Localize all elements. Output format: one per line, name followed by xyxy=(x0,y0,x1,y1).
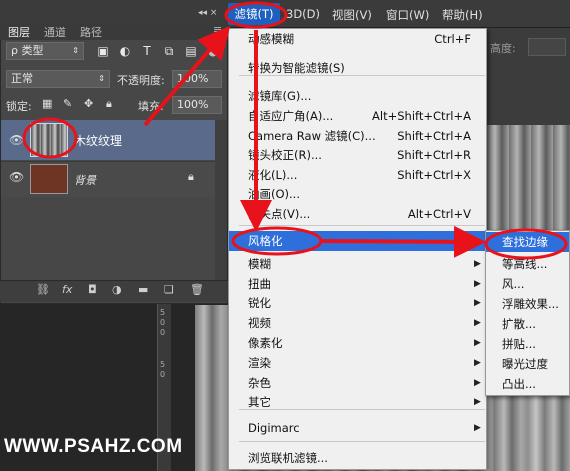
ruler-number: 0 xyxy=(160,318,166,327)
panel-menu-icon[interactable]: ≡ xyxy=(213,23,222,36)
fill-label: 填充: xyxy=(138,100,164,113)
layer-name[interactable]: 背景 xyxy=(74,172,96,188)
menu-shortcut: Alt+Ctrl+V xyxy=(407,207,471,221)
fill-field[interactable]: 100% xyxy=(172,96,222,114)
menu-help[interactable]: 帮助(H) xyxy=(442,7,483,23)
kind-filter-value: ρ 类型 xyxy=(11,44,44,57)
menu-item-pixelate[interactable]: 像素化 xyxy=(248,333,283,353)
menu-item-noise[interactable]: 杂色 xyxy=(248,373,271,393)
ruler-number: 0 xyxy=(160,328,166,337)
submenu-item-find-edges[interactable]: 查找边缘 xyxy=(502,232,548,252)
menu-item-browse-online[interactable]: 浏览联机滤镜... xyxy=(248,448,328,468)
filter-toggle-icon[interactable]: ● xyxy=(206,44,220,58)
blend-mode-select[interactable]: 正常 ⇕ xyxy=(6,70,110,88)
smart-filter-icon[interactable]: ▤ xyxy=(184,44,198,58)
submenu-item-solarize[interactable]: 曝光过度 xyxy=(502,354,548,374)
type-filter-icon[interactable]: T xyxy=(140,44,154,58)
adjustment-icon[interactable]: ◑ xyxy=(112,283,122,296)
fx-icon[interactable]: fx xyxy=(62,283,72,296)
lock-all-icon[interactable]: 🔒︎ xyxy=(106,97,112,111)
menu-item-camera-raw[interactable]: Camera Raw 滤镜(C)... xyxy=(248,126,376,146)
menu-item-video[interactable]: 视频 xyxy=(248,313,271,333)
eye-icon[interactable]: 👁︎ xyxy=(9,133,24,147)
menu-separator xyxy=(239,225,485,226)
opacity-field[interactable]: 100% xyxy=(172,70,222,88)
menu-window[interactable]: 窗口(W) xyxy=(386,7,429,23)
menu-3d[interactable]: 3D(D) xyxy=(286,7,320,21)
trash-icon[interactable]: 🗑︎ xyxy=(190,283,204,296)
submenu-item-emboss[interactable]: 浮雕效果... xyxy=(502,294,559,314)
fill-value: 100% xyxy=(177,98,209,111)
menu-shortcut: Shift+Ctrl+R xyxy=(397,148,471,162)
menu-item-oil-paint[interactable]: 油画(O)... xyxy=(248,184,300,204)
chevron-icon: ⇕ xyxy=(98,74,105,83)
lock-paint-icon[interactable]: ✎ xyxy=(63,97,72,110)
lock-label: 锁定: xyxy=(6,100,32,113)
tab-paths[interactable]: 路径 xyxy=(80,24,102,40)
shape-filter-icon[interactable]: ⧉ xyxy=(162,44,176,58)
layer-thumbnail xyxy=(30,123,68,157)
lock-transparent-icon[interactable]: ▦ xyxy=(42,97,52,110)
submenu-item-contour[interactable]: 等高线... xyxy=(502,254,547,274)
blend-mode-value: 正常 xyxy=(11,72,33,85)
lock-move-icon[interactable]: ✥ xyxy=(84,97,93,110)
adjustment-filter-icon[interactable]: ◐ xyxy=(118,44,132,58)
submenu-item-diffuse[interactable]: 扩散... xyxy=(502,314,536,334)
menu-filter[interactable]: 滤镜(T) xyxy=(228,3,280,25)
submenu-arrow-icon: ▶ xyxy=(474,423,481,433)
tab-channels[interactable]: 通道 xyxy=(44,24,66,40)
eye-icon[interactable]: 👁︎ xyxy=(9,170,24,184)
submenu-item-tiles[interactable]: 拼贴... xyxy=(502,334,536,354)
menu-item-blur[interactable]: 模糊 xyxy=(248,254,271,274)
chevron-icon: ⇕ xyxy=(72,46,79,55)
menu-item-lens-correction[interactable]: 镜头校正(R)... xyxy=(248,145,322,165)
kind-filter-select[interactable]: ρ 类型 ⇕ xyxy=(6,42,84,60)
menu-item-other[interactable]: 其它 xyxy=(248,392,271,412)
menu-item-liquify[interactable]: 液化(L)... xyxy=(248,165,297,185)
folder-icon[interactable]: ▬ xyxy=(138,283,148,296)
layer-name[interactable]: 木纹纹理 xyxy=(74,132,122,149)
opacity-label: 不透明度: xyxy=(117,74,165,87)
menu-shortcut: Ctrl+F xyxy=(434,32,471,46)
menu-shortcut: Alt+Shift+Ctrl+A xyxy=(372,109,471,123)
menu-item-smart-filter[interactable]: 转换为智能滤镜(S) xyxy=(248,58,345,78)
mask-icon[interactable]: ◘ xyxy=(88,283,97,296)
menu-item-last-filter[interactable]: 动感模糊 xyxy=(248,29,294,49)
menu-item-distort[interactable]: 扭曲 xyxy=(248,274,271,294)
ruler-number: 5 xyxy=(160,360,166,369)
menu-item-digimarc[interactable]: Digimarc xyxy=(248,418,300,438)
menu-item-filter-gallery[interactable]: 滤镜库(G)... xyxy=(248,86,311,106)
menu-view[interactable]: 视图(V) xyxy=(332,7,372,23)
watermark: WWW.PSAHZ.COM xyxy=(4,436,183,457)
layer-thumbnail xyxy=(30,164,68,194)
submenu-arrow-icon: ▶ xyxy=(474,397,481,407)
panel-tabs: 图层 通道 路径 ≡ xyxy=(0,22,228,40)
menu-separator xyxy=(239,441,485,442)
tab-layers[interactable]: 图层 xyxy=(8,24,30,40)
menu-item-render[interactable]: 渲染 xyxy=(248,353,271,373)
right-panel-field[interactable] xyxy=(528,38,566,56)
menu-item-adaptive-wide[interactable]: 自适应广角(A)... xyxy=(248,106,333,126)
menu-item-stylize[interactable]: 风格化 xyxy=(248,231,283,251)
scrollbar[interactable] xyxy=(215,120,227,280)
ruler-number: 0 xyxy=(160,370,166,379)
ruler-number: 5 xyxy=(160,308,166,317)
menu-shortcut: Shift+Ctrl+X xyxy=(397,168,471,182)
submenu-item-wind[interactable]: 风... xyxy=(502,274,524,294)
opacity-value: 100% xyxy=(177,72,209,85)
new-layer-icon[interactable]: ❏ xyxy=(164,283,174,296)
link-icon[interactable]: ⛓︎ xyxy=(36,283,50,296)
menu-item-sharpen[interactable]: 锐化 xyxy=(248,293,271,313)
panel-controls[interactable]: ◂◂ × xyxy=(198,8,217,18)
pixel-filter-icon[interactable]: ▣ xyxy=(96,44,110,58)
menu-separator xyxy=(239,409,485,410)
lock-icon: 🔒︎ xyxy=(188,170,194,183)
right-panel-label: 高度: xyxy=(490,42,516,55)
submenu-item-extrude[interactable]: 凸出... xyxy=(502,374,536,394)
menu-shortcut: Shift+Ctrl+A xyxy=(397,129,471,143)
menu-item-vanishing-point[interactable]: 消失点(V)... xyxy=(248,204,310,224)
